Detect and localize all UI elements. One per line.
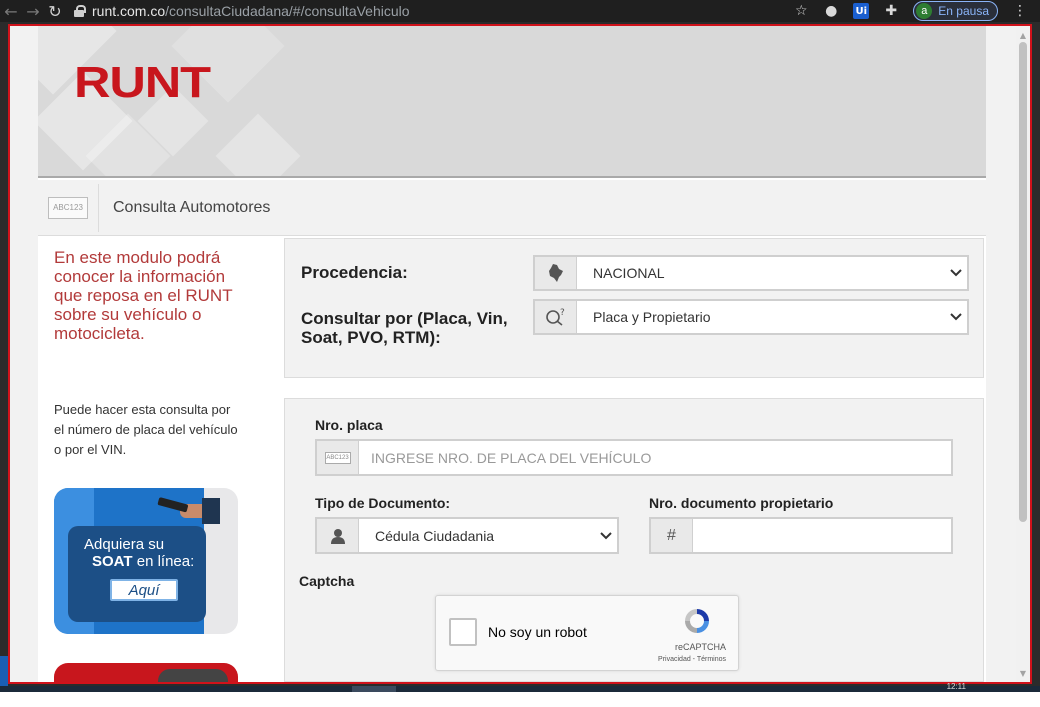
back-icon[interactable]: ← [0, 0, 22, 22]
forward-icon[interactable]: → [22, 0, 44, 22]
recaptcha-text: No soy un robot [488, 624, 587, 640]
browser-toolbar: ← → ↻ runt.com.co /consultaCiudadana/#/c… [0, 0, 1040, 22]
profile-button[interactable]: a En pausa [913, 1, 998, 21]
query-form-panel: Nro. placa ABC123 Tipo de Documento: Céd… [284, 398, 984, 682]
recaptcha-widget: No soy un robot reCAPTCHA Privacidad - T… [435, 595, 739, 671]
secondary-banner[interactable] [54, 663, 238, 682]
scroll-up-icon[interactable]: ▲ [1016, 28, 1030, 42]
os-taskbar: 12:11 [0, 682, 1040, 707]
taskbar-app[interactable] [352, 686, 396, 692]
recaptcha-terms-link[interactable]: Privacidad - Términos [658, 656, 726, 663]
plate-badge-icon: ABC123 [317, 441, 359, 474]
procedencia-value: NACIONAL [593, 265, 665, 281]
intro-text: En este modulo podrá conocer la informac… [54, 248, 233, 343]
placa-input[interactable] [359, 441, 951, 474]
runt-site: RUNT ABC123 Consulta Automotores En este… [38, 26, 986, 682]
recaptcha-logo-icon [685, 609, 709, 633]
desktop-edge [0, 656, 8, 686]
svg-text:?: ? [560, 308, 565, 318]
page-title: Consulta Automotores [113, 198, 271, 216]
placa-label: Nro. placa [315, 417, 383, 433]
nro-documento-input[interactable] [693, 519, 951, 552]
captcha-label: Captcha [299, 573, 355, 589]
tipo-documento-label: Tipo de Documento: [315, 495, 451, 511]
placa-input-group: ABC123 [315, 439, 953, 476]
soat-banner[interactable]: Adquiera su SOAT en línea: Aquí [54, 488, 238, 634]
soat-line2: SOAT en línea: [92, 553, 195, 570]
chevron-down-icon [945, 269, 967, 277]
consultar-por-label: Consultar por (Placa, Vin, Soat, PVO, RT… [301, 309, 508, 347]
lock-icon [74, 5, 86, 17]
puzzle-icon[interactable]: ✚ [883, 3, 899, 19]
profile-status: En pausa [938, 4, 989, 18]
star-icon[interactable]: ☆ [793, 3, 809, 19]
soat-line1: Adquiera su [84, 536, 165, 553]
colombia-map-icon [535, 257, 577, 289]
user-icon [317, 519, 359, 552]
site-header: RUNT [38, 26, 986, 178]
uipath-extension-icon[interactable]: Ui [853, 3, 870, 19]
page-viewport: RUNT ABC123 Consulta Automotores En este… [8, 24, 1032, 684]
procedencia-label: Procedencia: [301, 263, 408, 282]
search-question-icon: ? [535, 301, 577, 333]
hand-phone-icon [157, 497, 220, 524]
nro-documento-input-group: # [649, 517, 953, 554]
scroll-down-icon[interactable]: ▼ [1016, 666, 1030, 680]
help-text: Puede hacer esta consulta por el número … [54, 402, 238, 457]
scroll-thumb[interactable] [1019, 42, 1027, 522]
reload-icon[interactable]: ↻ [44, 0, 66, 22]
info-sidebar: En este modulo podrá conocer la informac… [38, 238, 283, 682]
soat-aqui-button[interactable]: Aquí [110, 579, 178, 601]
chevron-down-icon [595, 531, 617, 540]
consultar-por-select[interactable]: ? Placa y Propietario [533, 299, 969, 335]
runt-logo[interactable]: RUNT [74, 58, 211, 108]
taskbar-clock: 12:11 [946, 682, 966, 691]
menu-kebab-icon[interactable]: ⋮ [1012, 3, 1028, 19]
avatar: a [916, 3, 933, 19]
url-path: /consultaCiudadana/#/consultaVehiculo [165, 3, 410, 19]
tipo-documento-value: Cédula Ciudadania [375, 527, 495, 544]
chevron-down-icon [945, 313, 967, 321]
recaptcha-checkbox[interactable] [449, 618, 477, 646]
plate-badge-icon: ABC123 [48, 196, 88, 219]
extension-circle-icon[interactable]: ● [823, 3, 839, 19]
module-title-bar: ABC123 Consulta Automotores [38, 180, 986, 236]
procedencia-select[interactable]: NACIONAL [533, 255, 969, 291]
vertical-scrollbar[interactable]: ▲ ▼ [1016, 26, 1030, 682]
address-bar[interactable]: runt.com.co /consultaCiudadana/#/consult… [74, 3, 410, 19]
nro-documento-label: Nro. documento propietario [649, 495, 834, 511]
recaptcha-brand: reCAPTCHA [674, 642, 726, 652]
query-options-panel: Procedencia: NACIONAL Consultar por (Pla… [284, 238, 984, 378]
url-host: runt.com.co [92, 3, 166, 19]
divider [98, 183, 99, 232]
hash-icon: # [651, 519, 693, 552]
consultar-por-value: Placa y Propietario [593, 309, 711, 325]
tipo-documento-select[interactable]: Cédula Ciudadania [315, 517, 619, 554]
car-icon [158, 669, 228, 682]
